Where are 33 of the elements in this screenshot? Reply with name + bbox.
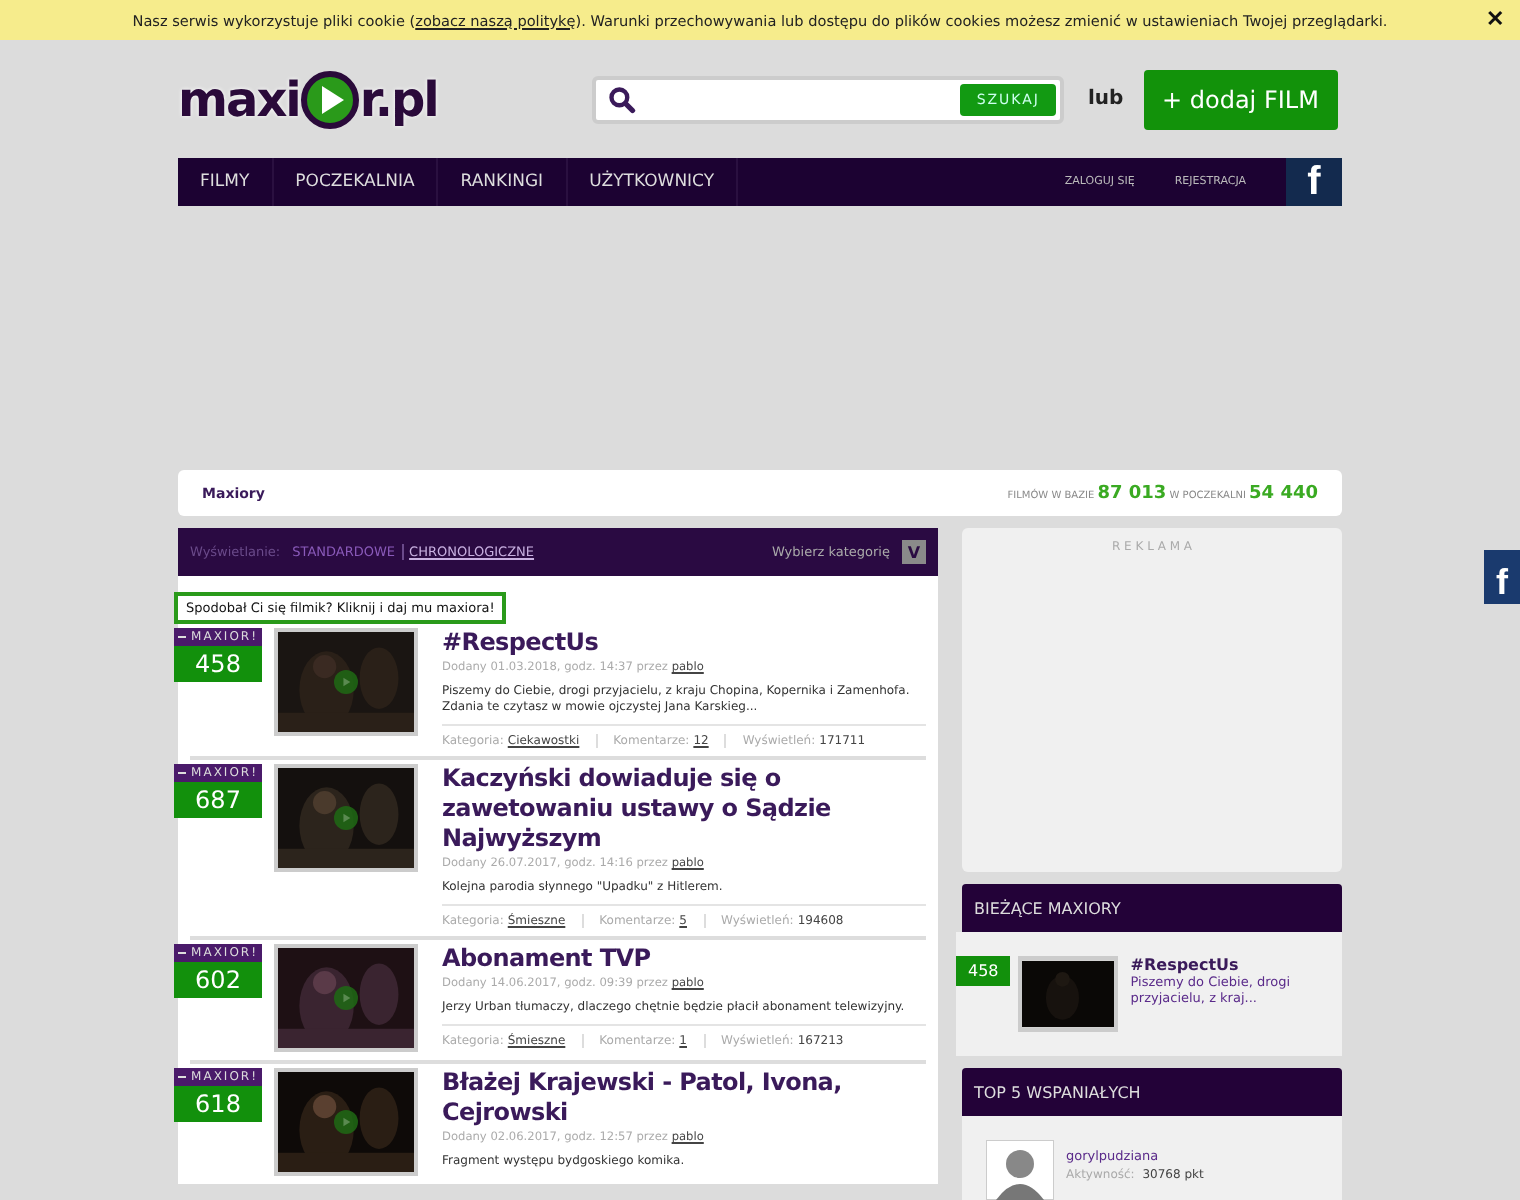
video-title[interactable]: #RespectUs [442, 628, 926, 658]
video-thumbnail[interactable] [274, 1068, 418, 1176]
video-thumbnail[interactable] [274, 944, 418, 1052]
play-icon [334, 670, 358, 694]
section-title: TOP 5 WSPANIAŁYCH [974, 1083, 1141, 1101]
nav-item[interactable]: FILMY [178, 158, 274, 206]
close-button[interactable]: ✕ [1482, 6, 1508, 32]
section-title: BIEŻĄCE MAXIORY [974, 899, 1121, 917]
nav-item[interactable]: RANKINGI [438, 158, 568, 206]
category-dropdown-button[interactable]: V [902, 540, 926, 564]
search-icon [608, 85, 636, 113]
video-thumbnail[interactable] [274, 628, 418, 736]
site-logo[interactable]: maxi r.pl [178, 69, 592, 129]
score-badge: 458 [956, 956, 1011, 986]
video-title[interactable]: Kaczyński dowiaduje się o zawetowaniu ustawy o Sądzie Najwyższym [442, 764, 926, 854]
play-icon [334, 1110, 358, 1134]
video-title[interactable]: #RespectUs [1130, 956, 1311, 974]
facebook-button[interactable]: f [1484, 550, 1520, 604]
video-title[interactable]: Abonament TVP [442, 944, 926, 974]
nav-item[interactable]: UŻYTKOWNICY [567, 158, 739, 206]
facebook-button[interactable]: f [1286, 158, 1342, 206]
add-film-button[interactable]: + dodaj FILM [1143, 69, 1338, 129]
score-badge: 687 [174, 782, 262, 818]
play-icon [334, 806, 358, 830]
nav-item[interactable]: POCZEKALNIA [273, 158, 439, 206]
video-title[interactable]: Błażej Krajewski - Patol, Ivona, Cejrowski [442, 1068, 926, 1128]
score-badge: 602 [174, 962, 262, 998]
or-label: lub [1088, 88, 1124, 110]
avatar-icon [986, 1140, 1054, 1200]
score-badge: 618 [174, 1086, 262, 1122]
score-badge: 458 [174, 646, 262, 682]
play-icon [334, 986, 358, 1010]
video-thumbnail[interactable] [274, 764, 418, 872]
